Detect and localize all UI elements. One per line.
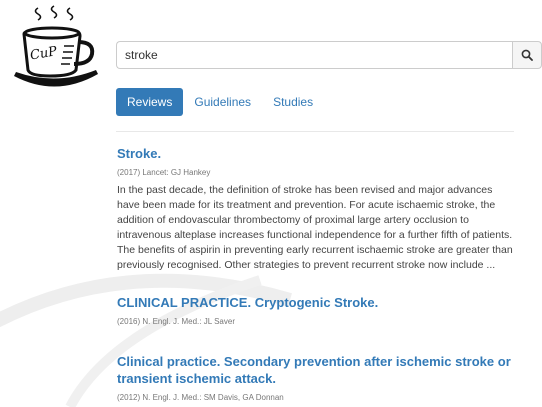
tab-studies[interactable]: Studies <box>262 88 324 116</box>
result-item: Clinical practice. Secondary prevention … <box>117 353 517 404</box>
result-item: CLINICAL PRACTICE. Cryptogenic Stroke. (… <box>117 294 517 328</box>
page: CuP Reviews Guidelines Studies Stroke. (… <box>0 0 542 407</box>
result-title[interactable]: CLINICAL PRACTICE. Cryptogenic Stroke. <box>117 294 517 311</box>
search-button[interactable] <box>512 41 542 69</box>
search-bar <box>116 41 542 69</box>
search-icon <box>521 49 533 61</box>
result-meta: (2016) N. Engl. J. Med.: JL Saver <box>117 317 235 326</box>
tab-guidelines[interactable]: Guidelines <box>183 88 262 116</box>
search-input[interactable] <box>116 41 513 69</box>
result-title[interactable]: Clinical practice. Secondary prevention … <box>117 353 517 387</box>
result-item: Stroke. (2017) Lancet: GJ Hankey In the … <box>117 145 517 273</box>
result-tabs: Reviews Guidelines Studies <box>116 88 324 116</box>
result-meta: (2012) N. Engl. J. Med.: SM Davis, GA Do… <box>117 393 284 402</box>
divider <box>116 131 514 132</box>
results-list: Stroke. (2017) Lancet: GJ Hankey In the … <box>117 145 517 404</box>
coffee-cup-icon: CuP <box>14 5 98 87</box>
logo[interactable]: CuP <box>10 2 102 92</box>
result-meta: (2017) Lancet: GJ Hankey <box>117 168 211 177</box>
tab-reviews[interactable]: Reviews <box>116 88 184 116</box>
result-abstract: In the past decade, the definition of st… <box>117 184 513 271</box>
result-title[interactable]: Stroke. <box>117 145 517 162</box>
